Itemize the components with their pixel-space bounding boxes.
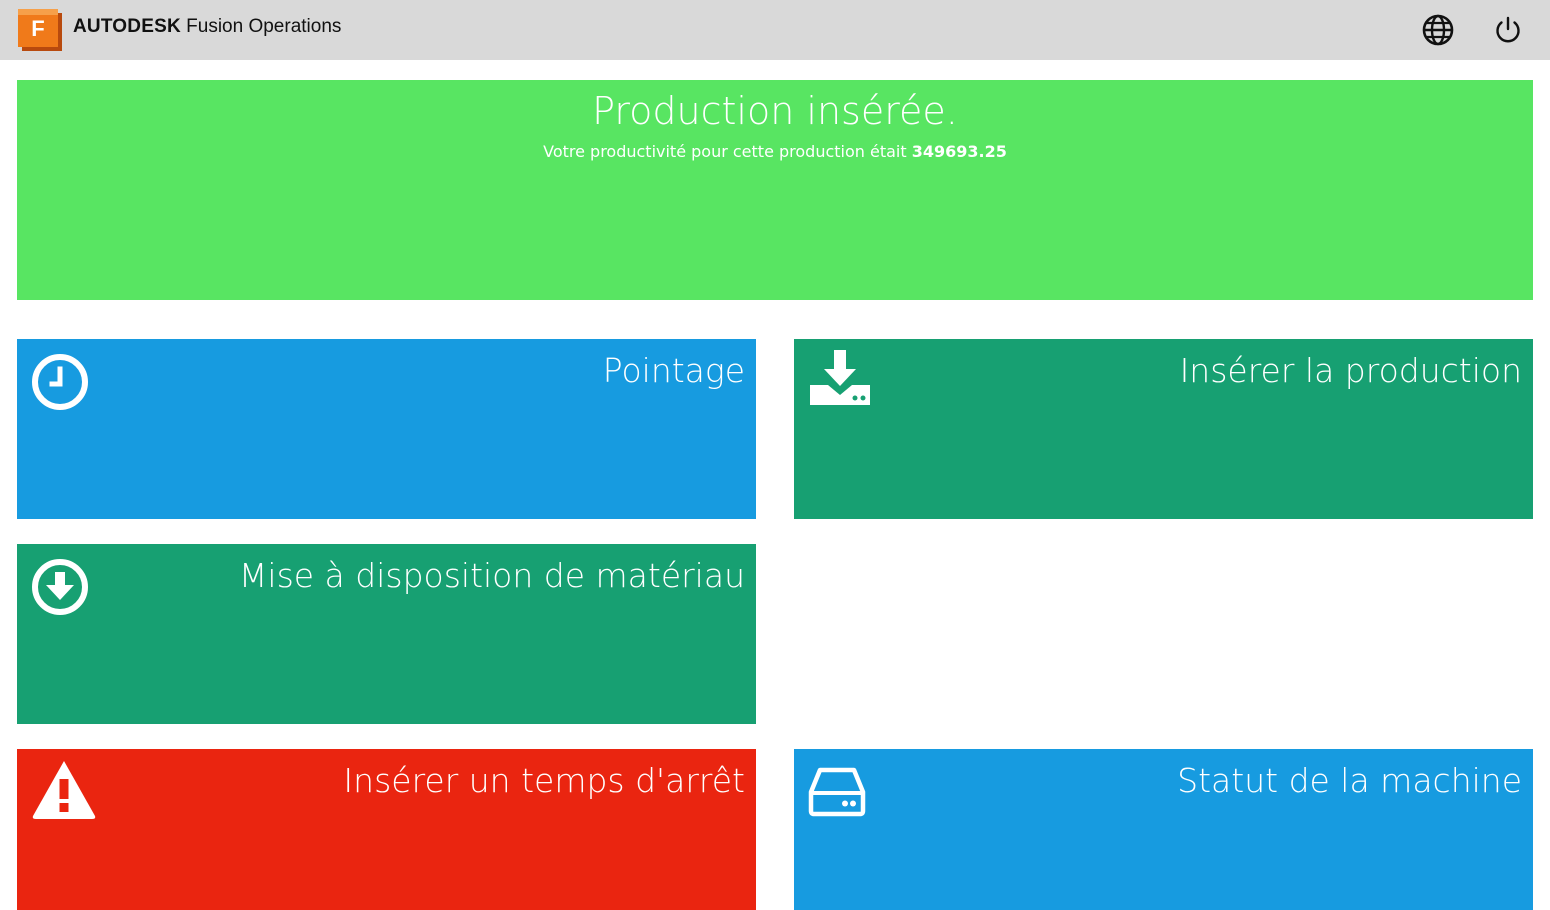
globe-icon[interactable] — [1421, 13, 1455, 47]
hard-drive-icon — [808, 767, 866, 817]
tile-label: Pointage — [602, 351, 745, 390]
download-tray-icon — [810, 350, 870, 405]
tile-pointage[interactable]: Pointage — [17, 339, 756, 519]
fusion-logo-icon: F — [18, 9, 62, 51]
tile-label: Insérer la production — [1179, 351, 1522, 390]
success-banner: Production insérée. Votre productivité p… — [17, 80, 1533, 300]
tile-temps-arret[interactable]: Insérer un temps d'arrêt — [17, 749, 756, 910]
productivity-text: Votre productivité pour cette production… — [543, 142, 907, 161]
banner-message: Votre productivité pour cette production… — [17, 140, 1533, 164]
tile-label: Mise à disposition de matériau — [238, 556, 745, 595]
app-title: AUTODESK Fusion Operations — [73, 14, 341, 40]
warning-icon — [32, 761, 96, 819]
power-icon[interactable] — [1491, 13, 1525, 47]
tile-label: Statut de la machine — [1177, 761, 1522, 800]
top-bar: F AUTODESK Fusion Operations — [0, 0, 1550, 60]
tile-inserer-production[interactable]: Insérer la production — [794, 339, 1533, 519]
tile-statut-machine[interactable]: Statut de la machine — [794, 749, 1533, 910]
svg-text:F: F — [31, 16, 44, 41]
productivity-value: 349693.25 — [911, 142, 1007, 161]
banner-title: Production insérée. — [592, 89, 958, 133]
product-name: Fusion Operations — [186, 16, 342, 37]
tile-mise-a-disposition[interactable]: Mise à disposition de matériau — [17, 544, 756, 724]
arrow-down-circle-icon — [32, 559, 88, 615]
tile-label: Insérer un temps d'arrêt — [343, 761, 745, 800]
clock-icon — [32, 354, 88, 410]
brand-name: AUTODESK — [73, 16, 181, 37]
